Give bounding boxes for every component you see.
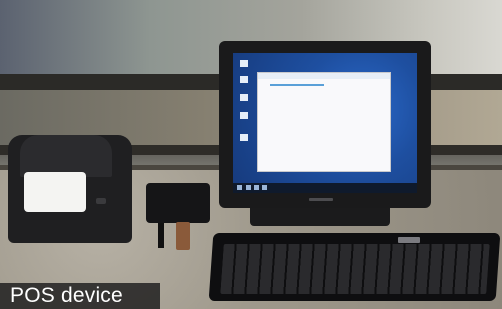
printer-lid xyxy=(20,135,112,177)
desktop-icon xyxy=(240,60,248,67)
power-adapter-icon xyxy=(146,183,210,223)
app-window xyxy=(258,73,390,171)
photo: POS device xyxy=(0,0,502,309)
receipt-paper xyxy=(24,172,86,212)
keyboard-keys xyxy=(220,244,490,294)
desktop-icon xyxy=(240,94,248,101)
power-cable xyxy=(158,222,164,248)
taskbar-icon xyxy=(262,185,267,190)
desktop-icon xyxy=(240,76,248,83)
desktop-icon xyxy=(240,112,248,119)
app-window-titlebar xyxy=(258,73,390,79)
power-plug xyxy=(176,222,190,250)
app-window-progress-line xyxy=(270,84,324,86)
taskbar xyxy=(233,183,417,193)
monitor-brand-badge xyxy=(309,198,333,201)
start-icon xyxy=(237,185,242,190)
image-caption: POS device xyxy=(10,284,123,307)
keyboard-logo xyxy=(398,237,420,243)
taskbar-icon xyxy=(254,185,259,190)
printer-button xyxy=(96,198,106,204)
taskbar-icon xyxy=(246,185,251,190)
desktop-icon xyxy=(240,134,248,141)
